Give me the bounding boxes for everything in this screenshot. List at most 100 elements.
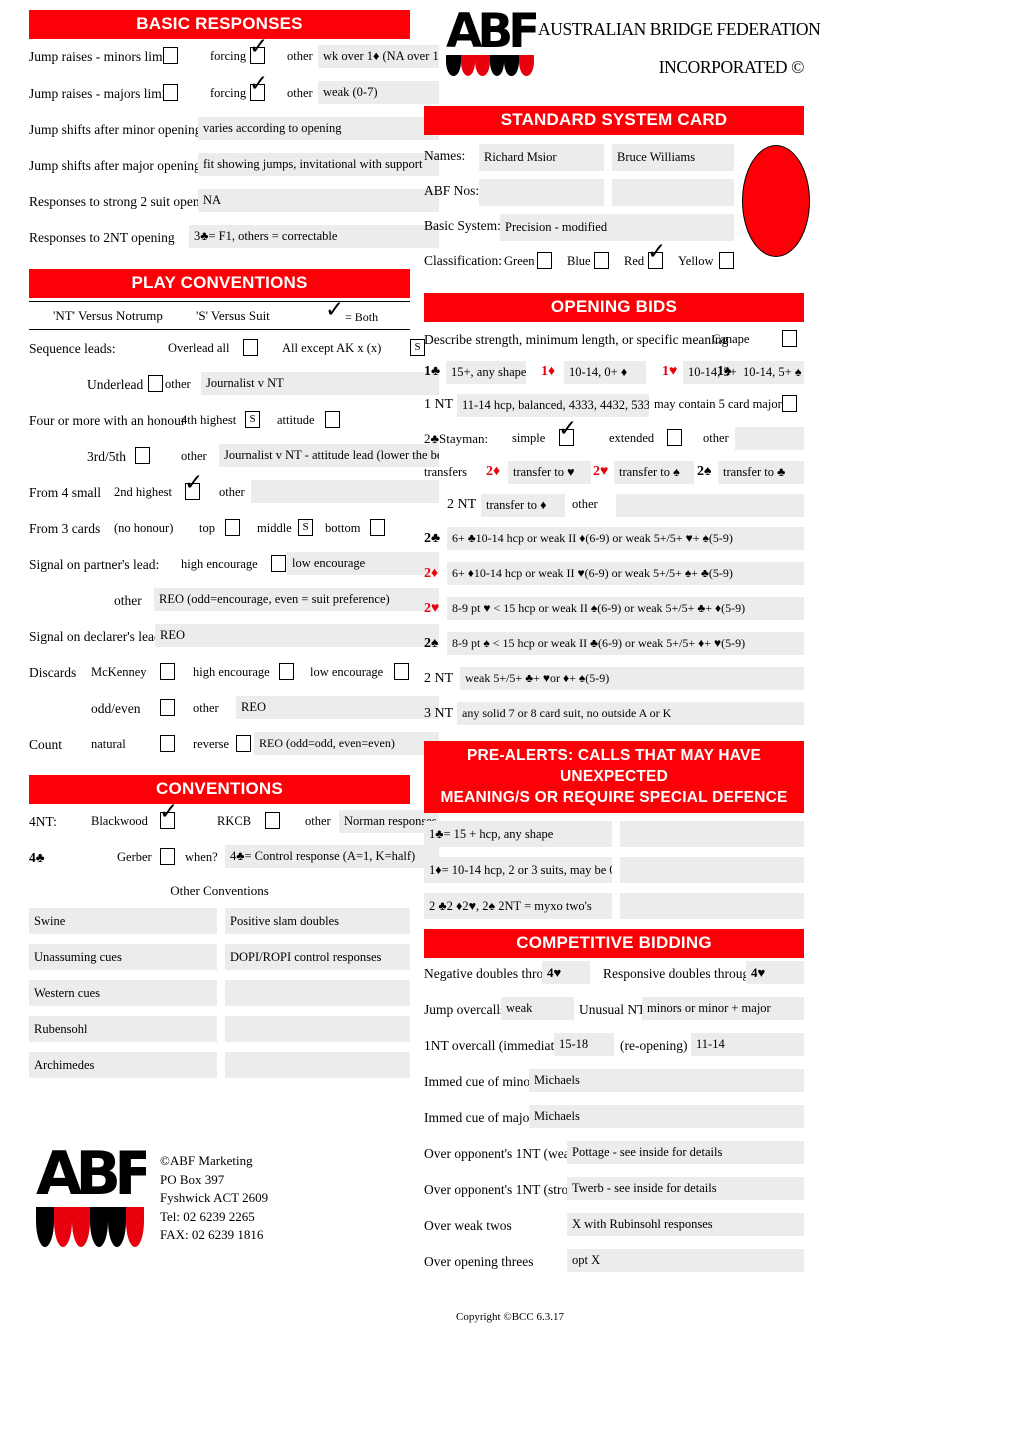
gerber-checkbox[interactable] <box>160 848 175 865</box>
transfer-2nt-other-value[interactable] <box>616 494 804 517</box>
responses-2nt-value[interactable]: 3♣= F1, others = correctable <box>189 225 439 248</box>
rkcb-checkbox[interactable] <box>265 812 280 829</box>
convention-left-3[interactable]: Rubensohl <box>29 1016 217 1042</box>
transfer-2h-value[interactable]: transfer to ♠ <box>614 461 694 484</box>
reopening-value[interactable]: 11-14 <box>691 1033 804 1056</box>
convention-right-2[interactable] <box>225 980 410 1006</box>
convention-left-0[interactable]: Swine <box>29 908 217 934</box>
underlead-value[interactable]: Journalist v NT <box>201 372 439 395</box>
opening-2h-value[interactable]: 8-9 pt ♥ < 15 hcp or weak II ♠(6-9) or w… <box>447 597 804 620</box>
top-checkbox[interactable] <box>225 519 240 536</box>
all-except-checkbox[interactable]: S <box>410 339 425 356</box>
fourth-highest-checkbox[interactable]: S <box>245 411 260 428</box>
convention-left-2[interactable]: Western cues <box>29 980 217 1006</box>
responses-strong-two-value[interactable]: NA <box>198 189 439 212</box>
third-fifth-checkbox[interactable] <box>135 447 150 464</box>
signal-other-value[interactable]: REO (odd=encourage, even = suit preferen… <box>154 588 439 611</box>
pre-alert-left-0[interactable]: 1♣= 15 + hcp, any shape <box>424 821 612 847</box>
pre-alert-right-1[interactable] <box>619 857 804 883</box>
pre-alert-left-1[interactable]: 1♦= 10-14 hcp, 2 or 3 suits, may be 0 ♦ <box>424 857 612 883</box>
jump-raises-majors-value[interactable]: weak (0-7) <box>318 81 439 104</box>
opening-3nt-value[interactable]: any solid 7 or 8 card suit, no outside A… <box>457 702 804 725</box>
player1-name-field[interactable]: Richard Msior <box>479 144 604 171</box>
jump-raises-minors-value[interactable]: wk over 1♦ (NA over 1♠ <box>318 45 439 68</box>
pre-alert-left-2[interactable]: 2 ♣2 ♦2♥, 2♠ 2NT = myxo two's <box>424 893 612 919</box>
immed-cue-major-value[interactable]: Michaels <box>529 1105 804 1128</box>
convention-right-3[interactable] <box>225 1016 410 1042</box>
abf-no1-field[interactable] <box>479 179 604 206</box>
opening-1nt-value[interactable]: 11-14 hcp, balanced, 4333, 4432, 5332 (m… <box>457 394 649 417</box>
second-highest-checkbox[interactable]: ✓ <box>184 472 203 500</box>
over-opening-threes-value[interactable]: opt X <box>567 1249 804 1272</box>
jump-shifts-major-value[interactable]: fit showing jumps, invitational with sup… <box>198 153 439 176</box>
mckenney-checkbox[interactable] <box>160 663 175 680</box>
abf-no2-field[interactable] <box>612 179 734 206</box>
over-weak-twos-value[interactable]: X with Rubinsohl responses <box>567 1213 804 1236</box>
1nt-overcall-value[interactable]: 15-18 <box>554 1033 614 1056</box>
discards-high-checkbox[interactable] <box>279 663 294 680</box>
count-value[interactable]: REO (odd=odd, even=even) <box>254 732 439 755</box>
signal-partner-row: Signal on partner's lead: high encourage… <box>29 549 439 585</box>
opening-2c-value[interactable]: 6+ ♣10-14 hcp or weak II ♦(6-9) or weak … <box>447 527 804 550</box>
classification-yellow-checkbox[interactable] <box>719 252 734 269</box>
opening-1c-value[interactable]: 15+, any shape <box>446 361 526 384</box>
third-fifth-value[interactable]: Journalist v NT - attitude lead (lower t… <box>219 444 439 467</box>
blackwood-checkbox[interactable]: ✓ <box>159 801 178 829</box>
middle-checkbox[interactable]: S <box>298 519 313 536</box>
opening-1d-value[interactable]: 10-14, 0+ ♦ <box>564 361 646 384</box>
convention-right-0[interactable]: Positive slam doubles <box>225 908 410 934</box>
signal-declarer-value[interactable]: REO <box>155 624 439 647</box>
transfer-2s-value[interactable]: transfer to ♣ <box>718 461 804 484</box>
underlead-row: Underlead other Journalist v NT <box>29 369 439 405</box>
opening-2s-value[interactable]: 8-9 pt ♠ < 15 hcp or weak II ♣(6-9) or w… <box>447 632 804 655</box>
jump-raises-minors-forcing-checkbox[interactable]: ✓ <box>249 36 268 64</box>
transfer-2d-value[interactable]: transfer to ♥ <box>508 461 591 484</box>
classification-green-checkbox[interactable] <box>537 252 552 269</box>
low-encourage-field[interactable]: low encourage <box>287 552 439 575</box>
convention-left-1[interactable]: Unassuming cues <box>29 944 217 970</box>
negative-doubles-value[interactable]: 4♥ <box>542 961 590 984</box>
stayman-simple-checkbox[interactable]: ✓ <box>558 418 577 446</box>
transfer-2h-bid: 2♥ <box>593 464 609 479</box>
stayman-extended-checkbox[interactable] <box>667 429 682 446</box>
opening-1s-value[interactable]: 10-14, 5+ ♠ <box>738 361 804 384</box>
jump-overcalls-value[interactable]: weak <box>501 997 574 1020</box>
pre-alert-right-0[interactable] <box>619 821 804 847</box>
bottom-checkbox[interactable] <box>370 519 385 536</box>
classification-red-checkbox[interactable]: ✓ <box>647 241 666 269</box>
attitude-checkbox[interactable] <box>325 411 340 428</box>
overlead-all-checkbox[interactable] <box>243 339 258 356</box>
immed-cue-minor-value[interactable]: Michaels <box>529 1069 804 1092</box>
classification-blue-checkbox[interactable] <box>594 252 609 269</box>
odd-even-checkbox[interactable] <box>160 699 175 716</box>
jump-raises-majors-limit-checkbox[interactable] <box>163 84 178 101</box>
pre-alert-right-2[interactable] <box>619 893 804 919</box>
responsive-doubles-value[interactable]: 4♥ <box>746 961 804 984</box>
jump-shifts-minor-value[interactable]: varies according to opening <box>198 117 439 140</box>
high-encourage-checkbox[interactable] <box>271 555 286 572</box>
odd-even-value[interactable]: REO <box>236 696 439 719</box>
gerber-value[interactable]: 4♣= Control response (A=1, K=half) <box>225 845 439 868</box>
discards-low-checkbox[interactable] <box>394 663 409 680</box>
opening-2s-row: 2♠ 8-9 pt ♠ < 15 hcp or weak II ♣(6-9) o… <box>424 629 804 664</box>
natural-checkbox[interactable] <box>160 735 175 752</box>
jump-raises-majors-forcing-checkbox[interactable]: ✓ <box>249 73 268 101</box>
reverse-checkbox[interactable] <box>236 735 251 752</box>
transfer-2nt-value[interactable]: transfer to ♦ <box>481 494 565 517</box>
opening-2d-value[interactable]: 6+ ♦10-14 hcp or weak II ♥(6-9) or weak … <box>447 562 804 585</box>
opening-2nt-value[interactable]: weak 5+/5+ ♣+ ♥or ♦+ ♠(5-9) <box>460 667 804 690</box>
from-4-small-value[interactable] <box>251 480 439 503</box>
basic-system-field[interactable]: Precision - modified <box>500 214 734 241</box>
over-1nt-weak-value[interactable]: Pottage - see inside for details <box>567 1141 804 1164</box>
unusual-nt-value[interactable]: minors or minor + major <box>642 997 804 1020</box>
opening-1nt-note-checkbox[interactable] <box>782 395 797 412</box>
stayman-other-value[interactable] <box>735 427 804 450</box>
underlead-checkbox[interactable] <box>148 375 163 392</box>
over-1nt-strong-value[interactable]: Twerb - see inside for details <box>567 1177 804 1200</box>
convention-left-4[interactable]: Archimedes <box>29 1052 217 1078</box>
jump-raises-minors-limit-checkbox[interactable] <box>163 47 178 64</box>
convention-right-1[interactable]: DOPI/ROPI control responses <box>225 944 410 970</box>
convention-right-4[interactable] <box>225 1052 410 1078</box>
player2-name-field[interactable]: Bruce Williams <box>612 144 734 171</box>
canape-checkbox[interactable] <box>782 330 797 347</box>
